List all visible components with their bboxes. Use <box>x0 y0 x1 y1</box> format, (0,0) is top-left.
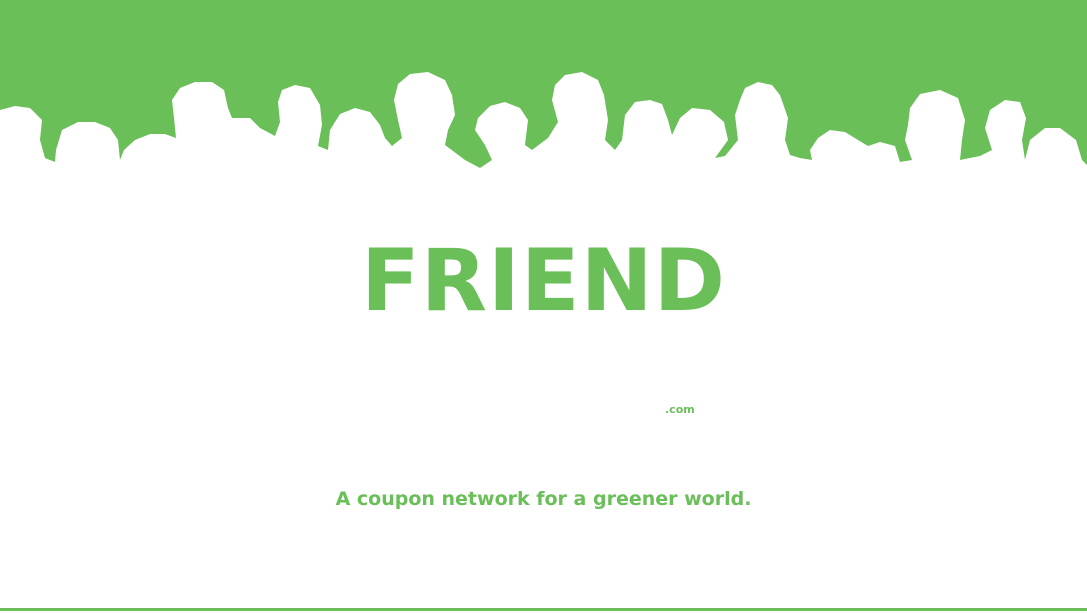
splash-page: FRIEND .com A coupon network for a green… <box>0 0 1087 613</box>
brand-logo-wordmark: FRIEND <box>360 231 727 331</box>
crowd-silhouette-banner <box>0 0 1087 168</box>
bottom-divider <box>0 608 1087 611</box>
brand-tagline: A coupon network for a greener world. <box>335 488 752 510</box>
crowd-silhouettes-icon <box>0 0 1087 168</box>
brand-domain-suffix: .com <box>665 403 695 416</box>
